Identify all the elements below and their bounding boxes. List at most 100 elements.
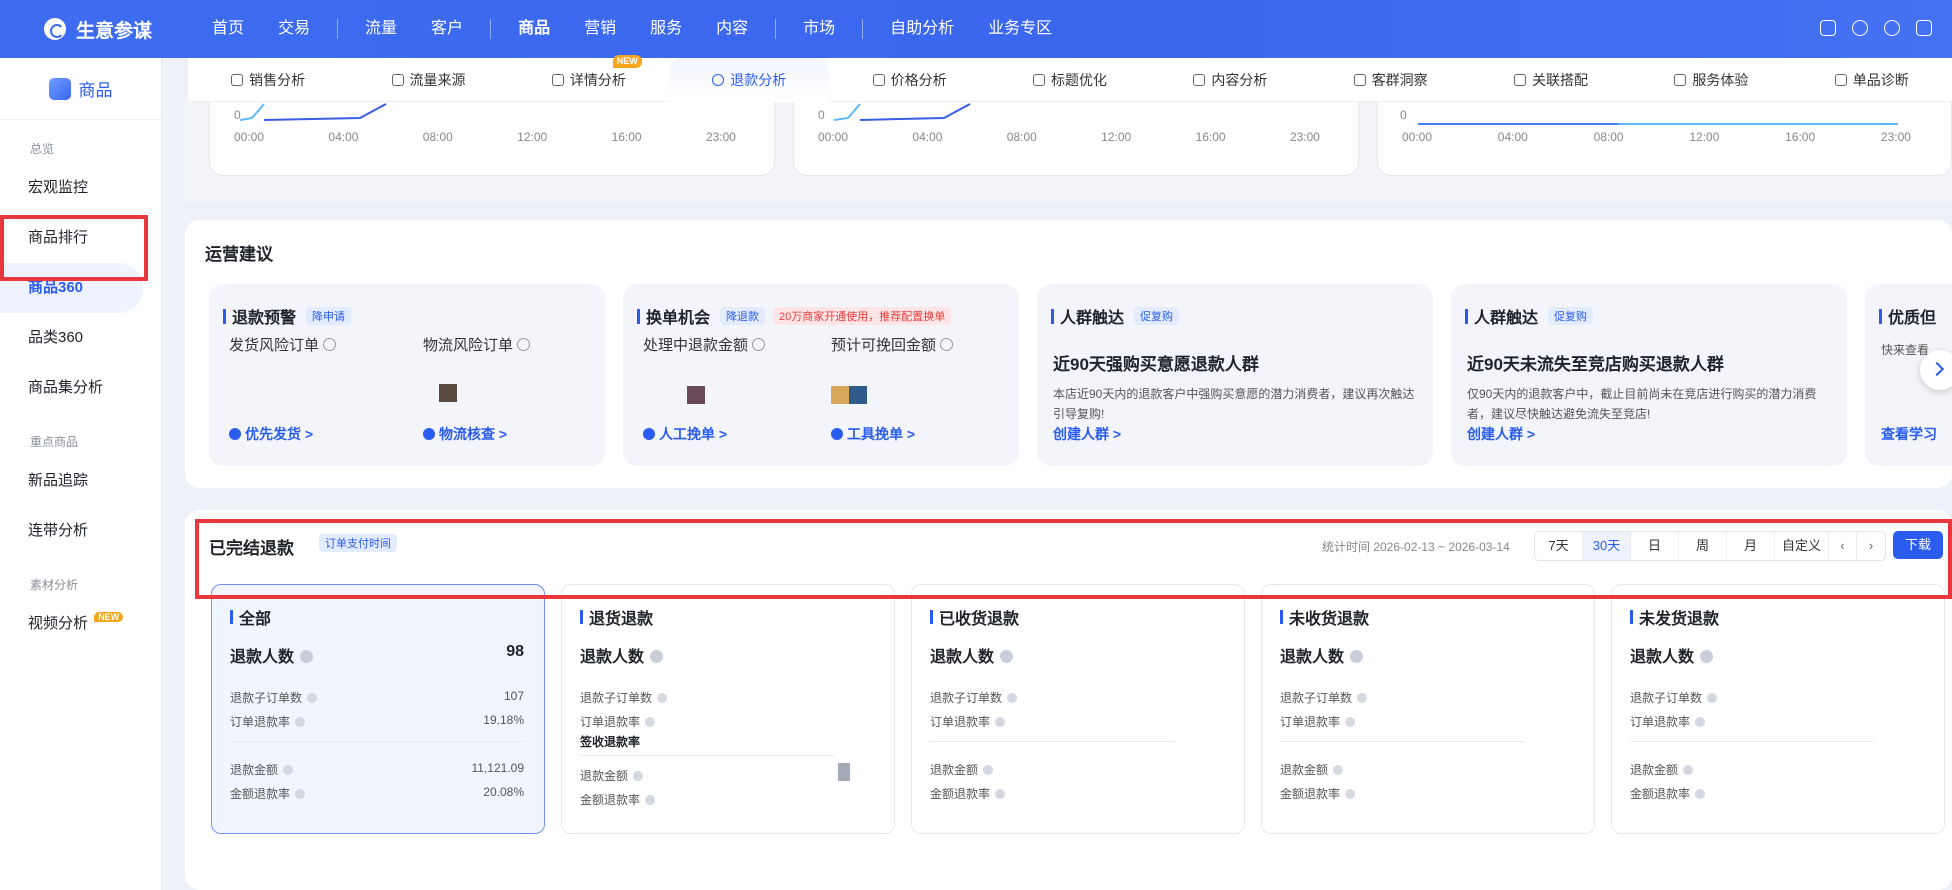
help-icon[interactable]: [1357, 693, 1368, 703]
sidebar-item-video-analysis[interactable]: 视频分析 NEW: [0, 599, 161, 649]
help-icon[interactable]: [1350, 650, 1364, 663]
new-badge: NEW: [612, 54, 642, 68]
tab-service[interactable]: 服务体验: [1631, 58, 1791, 102]
help-icon[interactable]: [1683, 765, 1694, 775]
topnav-market[interactable]: 市场: [786, 0, 852, 58]
op-link[interactable]: 物流核查 >: [423, 424, 507, 444]
help-icon[interactable]: [657, 693, 668, 703]
op-link[interactable]: 工具挽单 >: [831, 424, 915, 444]
learn-more-link[interactable]: 查看学习: [1881, 424, 1937, 444]
help-icon[interactable]: [1707, 693, 1718, 703]
help-icon[interactable]: [1333, 765, 1344, 775]
op-tag: 促复购: [1548, 307, 1594, 325]
topnav-self-analysis[interactable]: 自助分析: [873, 0, 971, 58]
help-icon[interactable]: [1884, 20, 1900, 36]
tab-price[interactable]: 价格分析: [829, 58, 989, 102]
refund-card-return[interactable]: 退货退款 退款人数 退款子订单数 订单退款率 签收退款率 退款金额 金额退款率: [561, 584, 895, 834]
help-icon[interactable]: [983, 765, 994, 775]
refund-card-all[interactable]: 全部 退款人数 98 退款子订单数 107 订单退款率 19.18% 退款金额 …: [211, 584, 545, 834]
help-icon[interactable]: [295, 789, 306, 799]
tick-label: 23:00: [1289, 130, 1320, 144]
topnav-home[interactable]: 首页: [195, 0, 261, 58]
help-icon[interactable]: [323, 338, 337, 351]
sidebar-item-category-360[interactable]: 品类360: [0, 313, 161, 363]
metric-label: 退款人数: [1630, 649, 1695, 666]
sidebar-item-product-set[interactable]: 商品集分析: [0, 363, 161, 413]
help-icon[interactable]: [995, 789, 1006, 799]
help-icon[interactable]: [752, 338, 766, 351]
sidebar-item-basket-analysis[interactable]: 连带分析: [0, 506, 161, 556]
sidebar-item-macro-monitor[interactable]: 宏观监控: [0, 163, 161, 213]
top-icons: [1820, 20, 1932, 36]
help-icon[interactable]: [295, 717, 306, 727]
topnav-service[interactable]: 服务: [633, 0, 699, 58]
divider: [930, 741, 1174, 742]
help-icon[interactable]: [283, 765, 294, 775]
create-audience-link[interactable]: 创建人群 >: [1467, 424, 1535, 444]
carousel-next-button[interactable]: [1920, 350, 1952, 390]
help-icon[interactable]: [1695, 717, 1706, 727]
logout-icon[interactable]: [1916, 20, 1932, 36]
topnav-marketing[interactable]: 营销: [567, 0, 633, 58]
help-icon[interactable]: [650, 650, 664, 663]
tool-icon: [831, 428, 843, 440]
topnav-product[interactable]: 商品: [501, 0, 567, 58]
tab-label: 流量来源: [409, 71, 466, 88]
row-label: 退款子订单数: [1630, 691, 1703, 705]
op-link[interactable]: 优先发货 >: [229, 424, 313, 444]
tab-content[interactable]: 内容分析: [1150, 58, 1310, 102]
help-icon[interactable]: [633, 771, 644, 781]
help-icon[interactable]: [1695, 789, 1706, 799]
tab-traffic-source[interactable]: 流量来源: [348, 58, 508, 102]
link-label: 物流核查 >: [439, 426, 508, 442]
refund-main-value: 98: [506, 643, 524, 660]
help-icon[interactable]: [995, 717, 1006, 727]
help-icon[interactable]: [1007, 693, 1018, 703]
sidebar-item-new-product[interactable]: 新品追踪: [0, 456, 161, 506]
create-audience-link[interactable]: 创建人群 >: [1053, 424, 1121, 444]
op-metric: 物流风险订单: [423, 334, 531, 355]
help-icon[interactable]: [1345, 789, 1356, 799]
topnav-customer[interactable]: 客户: [414, 0, 480, 58]
op-description: 本店近90天内的退款客户中强购买意愿的潜力消费者，建议再次触达引导复购!: [1053, 387, 1415, 421]
op-link[interactable]: 人工挽单 >: [643, 424, 727, 444]
topnav-traffic[interactable]: 流量: [348, 0, 414, 58]
message-icon[interactable]: [1820, 20, 1836, 36]
refund-main-metric: 退款人数: [930, 643, 1014, 667]
sidebar-group-label: 总览: [30, 142, 55, 156]
help-icon[interactable]: [307, 693, 318, 703]
help-icon[interactable]: [1000, 650, 1014, 663]
help-icon[interactable]: [517, 338, 531, 351]
refund-card-received[interactable]: 已收货退款 退款人数 退款子订单数 订单退款率 退款金额 金额退款率: [911, 584, 1245, 834]
tab-refund[interactable]: 退款分析: [669, 57, 830, 102]
nav-divider: [490, 19, 492, 39]
help-icon[interactable]: [940, 338, 954, 351]
tab-title-optimize[interactable]: 标题优化: [990, 58, 1150, 102]
help-icon[interactable]: [645, 717, 656, 727]
help-icon[interactable]: [645, 795, 656, 805]
tab-bundle[interactable]: 关联搭配: [1471, 58, 1631, 102]
row-value: 11,121.09: [471, 761, 525, 775]
topnav-business-zone[interactable]: 业务专区: [971, 0, 1069, 58]
help-icon[interactable]: [1700, 650, 1714, 663]
help-icon[interactable]: [1345, 717, 1356, 727]
row-label: 金额退款率: [1630, 787, 1691, 801]
topnav-content[interactable]: 内容: [699, 0, 765, 58]
tab-detail[interactable]: 详情分析 NEW: [509, 54, 669, 102]
topnav-trade[interactable]: 交易: [261, 0, 327, 58]
help-icon[interactable]: [300, 650, 314, 663]
refund-card-not-received[interactable]: 未收货退款 退款人数 退款子订单数 订单退款率 退款金额 金额退款率: [1261, 584, 1595, 834]
row-label: 退款子订单数: [930, 691, 1003, 705]
user-icon[interactable]: [1852, 20, 1868, 36]
row-label: 订单退款率: [580, 715, 641, 729]
app-title: 生意参谋: [76, 20, 153, 42]
tab-sales[interactable]: 销售分析: [188, 58, 348, 102]
refund-card-not-shipped[interactable]: 未发货退款 退款人数 退款子订单数 订单退款率 退款金额 金额退款率: [1611, 584, 1945, 834]
op-card-title: 换单机会 降退款 20万商家开通使用，推荐配置换单: [637, 304, 952, 328]
tab-audience[interactable]: 客群洞察: [1311, 58, 1471, 102]
refund-row: 订单退款率: [930, 713, 1006, 730]
refund-row: 订单退款率: [1280, 713, 1356, 730]
op-metric: 预计可挽回金额: [831, 334, 954, 355]
tab-diagnosis[interactable]: 单品诊断: [1792, 58, 1952, 102]
brand[interactable]: 生意参谋: [0, 16, 195, 43]
